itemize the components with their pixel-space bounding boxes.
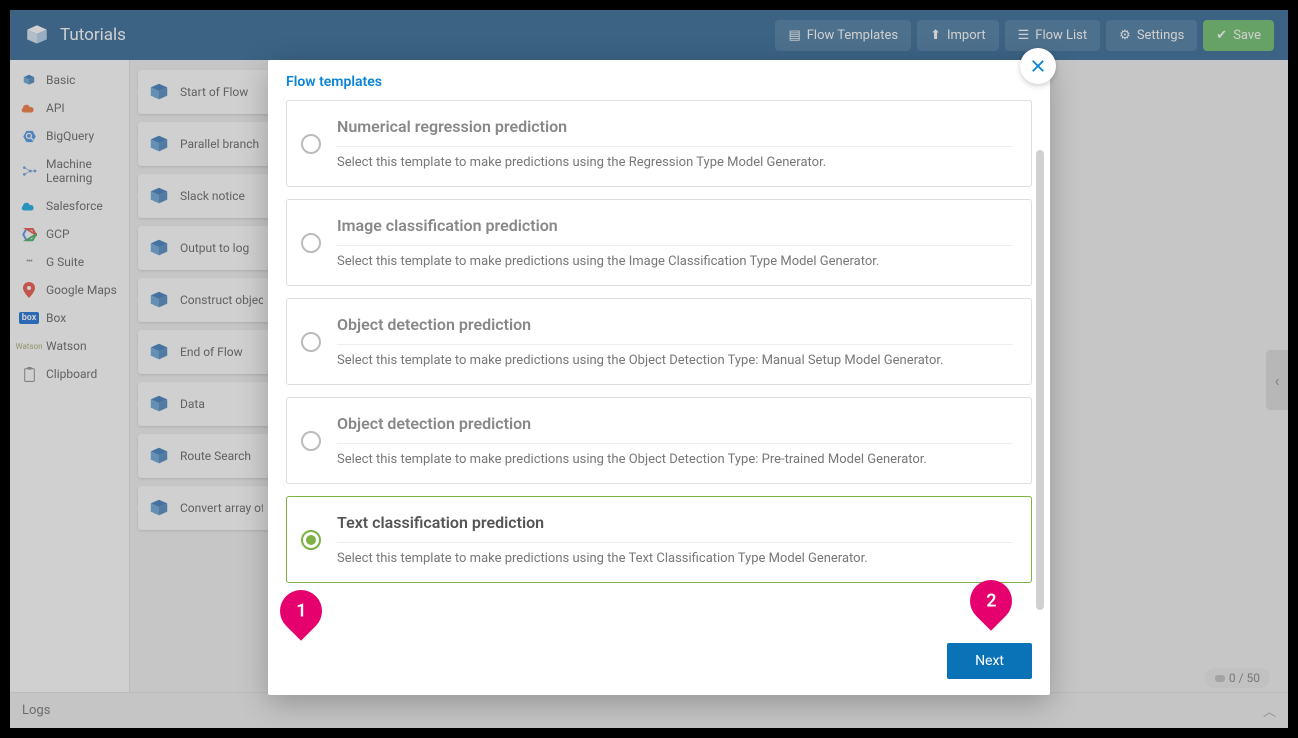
template-title: Text classification prediction <box>337 513 1013 543</box>
template-desc: Select this template to make predictions… <box>337 254 1013 269</box>
template-title: Numerical regression prediction <box>337 117 1013 147</box>
template-option-selected[interactable]: Text classification prediction Select th… <box>286 496 1032 583</box>
radio-icon[interactable] <box>301 134 321 154</box>
radio-icon[interactable] <box>301 233 321 253</box>
template-desc: Select this template to make predictions… <box>337 353 1013 368</box>
template-title: Object detection prediction <box>337 315 1013 345</box>
radio-icon[interactable] <box>301 431 321 451</box>
template-desc: Select this template to make predictions… <box>337 551 1013 566</box>
template-desc: Select this template to make predictions… <box>337 155 1013 170</box>
annotation-marker-2: 2 <box>970 580 1012 632</box>
radio-selected-icon[interactable] <box>301 530 321 550</box>
scrollbar-thumb[interactable] <box>1036 150 1044 610</box>
next-button[interactable]: Next <box>947 643 1032 679</box>
template-option[interactable]: Object detection prediction Select this … <box>286 298 1032 385</box>
radio-icon[interactable] <box>301 332 321 352</box>
modal-title: Flow templates <box>286 74 1032 90</box>
template-option[interactable]: Image classification prediction Select t… <box>286 199 1032 286</box>
template-title: Image classification prediction <box>337 216 1013 246</box>
template-option[interactable]: Object detection prediction Select this … <box>286 397 1032 484</box>
template-option[interactable]: Numerical regression prediction Select t… <box>286 100 1032 187</box>
template-desc: Select this template to make predictions… <box>337 452 1013 467</box>
flow-templates-modal: Flow templates Numerical regression pred… <box>268 60 1050 695</box>
close-button[interactable] <box>1020 48 1056 84</box>
annotation-marker-1: 1 <box>280 590 322 642</box>
template-title: Object detection prediction <box>337 414 1013 444</box>
